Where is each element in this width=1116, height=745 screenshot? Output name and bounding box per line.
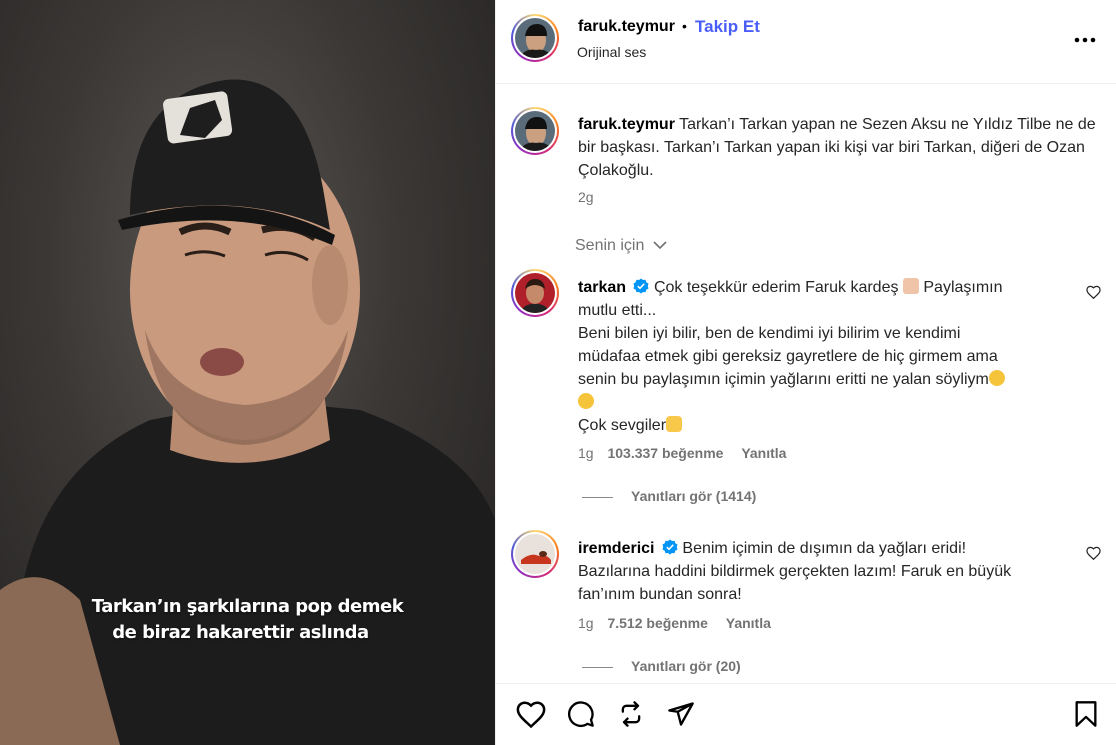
comment-text-line1: Çok teşekkür ederim Faruk kardeş: [653, 279, 899, 296]
follow-button[interactable]: Takip Et: [695, 17, 760, 37]
comment-text-line2: mutlu etti...: [578, 302, 657, 319]
comment-likes[interactable]: 103.337 beğenme: [607, 445, 723, 461]
comment-avatar-iremderici[interactable]: [511, 530, 559, 578]
comment-time: 1g: [578, 445, 594, 461]
repost-icon[interactable]: [617, 700, 645, 733]
post-time: 2g: [578, 189, 594, 205]
bookmark-icon[interactable]: [1073, 700, 1099, 733]
replies-divider: [582, 496, 613, 498]
verified-badge-icon: [633, 278, 649, 294]
header-username[interactable]: faruk.teymur: [578, 18, 675, 36]
comment-avatar-tarkan[interactable]: [511, 269, 559, 317]
replies-divider: [582, 666, 613, 668]
post-author-username[interactable]: faruk.teymur: [578, 116, 675, 133]
praying-hands-emoji-icon: [902, 278, 919, 294]
post-author-avatar[interactable]: [511, 107, 559, 155]
verified-badge-icon: [662, 539, 678, 555]
caption-line-1: Tarkan’ın şarkılarına pop demek: [91, 596, 404, 617]
post-caption: faruk.teymur Tarkan’ı Tarkan yapan ne Se…: [578, 113, 1108, 182]
post-header: faruk.teymur • Takip Et Orijinal ses: [496, 0, 1116, 84]
chevron-down-icon: [653, 241, 667, 250]
comment-like-heart-icon[interactable]: [1086, 285, 1101, 304]
reply-button[interactable]: Yanıtla: [726, 615, 771, 631]
caption-line-2: de biraz hakarettir aslında: [112, 622, 369, 643]
comment-text-line2: Bazılarına haddini bildirmek gerçekten l…: [578, 563, 1012, 580]
audio-label[interactable]: Orijinal ses: [577, 44, 646, 60]
comment-iremderici: iremderici Benim içimin de dışımın da ya…: [578, 537, 1083, 606]
share-icon[interactable]: [667, 700, 695, 733]
comment-filter-dropdown[interactable]: Senin için: [575, 237, 668, 255]
post-side-panel: faruk.teymur • Takip Et Orijinal ses far…: [495, 0, 1116, 745]
comment-text-line1: Benim içimin de dışımın da yağları eridi…: [682, 540, 967, 557]
comment-username[interactable]: iremderici: [578, 540, 654, 557]
kissing-face-emoji-icon: [578, 393, 594, 409]
comment-tarkan: tarkan Çok teşekkür ederim Faruk kardeş …: [578, 276, 1083, 437]
view-replies-label: Yanıtları gör (20): [631, 658, 741, 674]
comment-text-line5: senin bu paylaşımın içimin yağlarını eri…: [578, 371, 989, 388]
comment-icon[interactable]: [567, 700, 595, 733]
comment-text-line3: Beni bilen iyi bilir, ben de kendimi iyi…: [578, 325, 961, 342]
comment-meta-iremderici: 1g 7.512 beğenme Yanıtla: [578, 615, 771, 631]
heart-hands-emoji-icon: [666, 416, 683, 432]
header-separator: •: [682, 18, 687, 34]
comment-text-line4: müdafaa etmek gibi gereksiz gayretlere d…: [578, 348, 998, 365]
comment-text-line1b: Paylaşımın: [918, 279, 1003, 296]
comment-text-line3: fan’ınım bundan sonra!: [578, 586, 742, 603]
view-replies-button[interactable]: Yanıtları gör (20): [582, 658, 741, 674]
comment-text-line7: Çok sevgiler: [578, 417, 667, 434]
view-replies-label: Yanıtları gör (1414): [631, 488, 757, 504]
comment-meta-tarkan: 1g 103.337 beğenme Yanıtla: [578, 445, 786, 461]
view-replies-button[interactable]: Yanıtları gör (1414): [582, 488, 756, 504]
reply-button[interactable]: Yanıtla: [741, 445, 786, 461]
more-options-icon[interactable]: [1074, 26, 1096, 49]
instagram-post-view: Tarkan’ın şarkılarına pop demek de biraz…: [0, 0, 1116, 745]
video-caption: Tarkan’ın şarkılarına pop demek de biraz…: [0, 594, 495, 646]
comment-time: 1g: [578, 615, 594, 631]
header-avatar[interactable]: [511, 14, 559, 62]
comment-filter-label: Senin için: [575, 237, 645, 254]
comment-likes[interactable]: 7.512 beğenme: [607, 615, 707, 631]
comment-like-heart-icon[interactable]: [1086, 546, 1101, 565]
post-action-bar: [496, 683, 1116, 745]
laughing-tongue-emoji-icon: [988, 370, 1005, 386]
video-player[interactable]: Tarkan’ın şarkılarına pop demek de biraz…: [0, 0, 495, 745]
comment-username[interactable]: tarkan: [578, 279, 626, 296]
heart-icon[interactable]: [516, 700, 546, 733]
